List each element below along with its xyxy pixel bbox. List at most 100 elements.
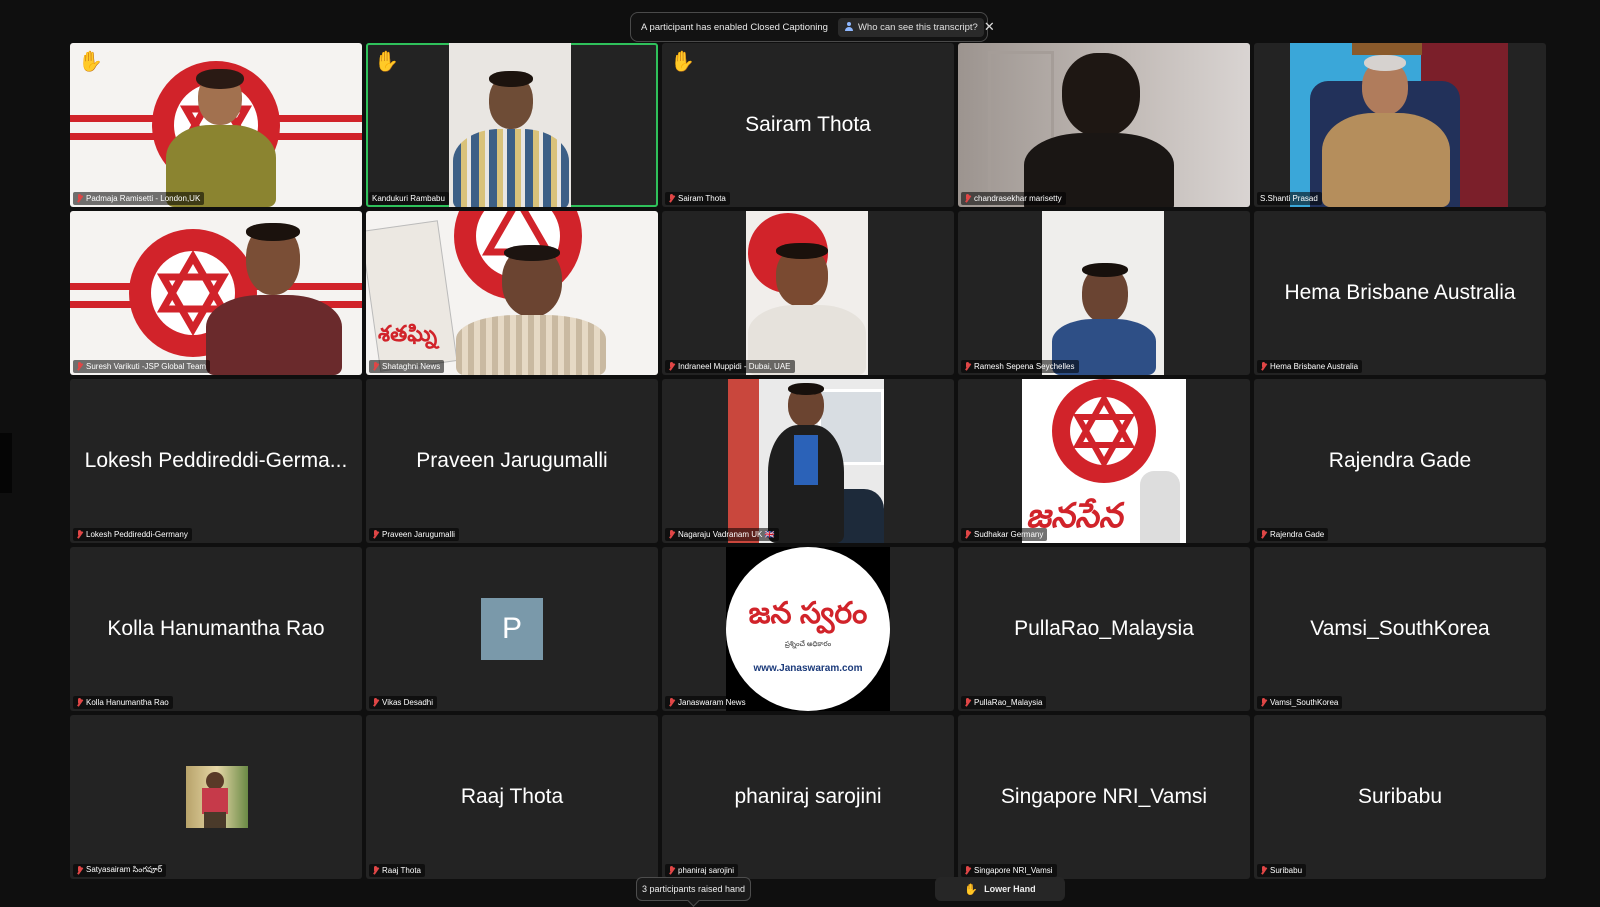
participant-name-label: Satyasairam సింగపూర్: [73, 864, 167, 877]
participant-name: Padmaja Ramisetti - London,UK: [86, 194, 201, 203]
participant-name-label: Praveen Jarugumalli: [369, 528, 459, 541]
participant-video: [166, 69, 276, 207]
shataghni-logo-text: శతఘ్ని: [378, 321, 438, 346]
participant-tile[interactable]: Hema Brisbane Australia Hema Brisbane Au…: [1254, 211, 1546, 375]
participant-name: S.Shanti Prasad: [1260, 194, 1318, 203]
participant-tile[interactable]: P Vikas Desadhi: [366, 547, 658, 711]
mic-off-icon: [76, 530, 83, 539]
mic-off-icon: [964, 194, 971, 203]
participant-name: Suresh Varikuti -JSP Global Team: [86, 362, 207, 371]
participant-tile[interactable]: Ramesh Sepena Seychelles: [958, 211, 1250, 375]
participant-name: Raaj Thota: [382, 866, 421, 875]
participant-display-name: Praveen Jarugumalli: [416, 449, 608, 472]
participant-tile[interactable]: Suresh Varikuti -JSP Global Team: [70, 211, 362, 375]
mic-off-icon: [668, 866, 675, 875]
mic-off-icon: [964, 362, 971, 371]
mic-off-icon: [668, 362, 675, 371]
participant-name: chandrasekhar marisetty: [974, 194, 1062, 203]
participant-tile[interactable]: Lokesh Peddireddi-Germa... Lokesh Peddir…: [70, 379, 362, 543]
mic-off-icon: [76, 866, 83, 875]
participant-name: Hema Brisbane Australia: [1270, 362, 1359, 371]
participant-name-label: Sairam Thota: [665, 192, 730, 205]
participant-video: [449, 43, 571, 207]
close-icon[interactable]: ✕: [984, 19, 995, 35]
participant-tile-active-speaker[interactable]: ✋ Kandukuri Rambabu: [366, 43, 658, 207]
mic-off-icon: [1260, 362, 1267, 371]
participant-display-name: phaniraj sarojini: [734, 785, 882, 808]
participant-tile[interactable]: Suribabu Suribabu: [1254, 715, 1546, 879]
mic-off-icon: [372, 362, 379, 371]
participant-tile[interactable]: Nagaraju Vadranam UK 🇬🇧: [662, 379, 954, 543]
participant-name-label: Kandukuri Rambabu: [369, 192, 449, 205]
mic-off-icon: [76, 698, 83, 707]
raised-hand-icon: ✋: [964, 883, 979, 896]
participant-name-label: Vikas Desadhi: [369, 696, 437, 709]
raised-hands-indicator[interactable]: 3 participants raised hand: [636, 877, 751, 901]
participant-tile[interactable]: జన స్వరం ప్రశ్నించే అధికారం www.Janaswar…: [662, 547, 954, 711]
participant-tile[interactable]: Sairam Thota ✋ Sairam Thota: [662, 43, 954, 207]
participant-tile[interactable]: Raaj Thota Raaj Thota: [366, 715, 658, 879]
participant-name-label: phaniraj sarojini: [665, 864, 739, 877]
participant-tile[interactable]: Praveen Jarugumalli Praveen Jarugumalli: [366, 379, 658, 543]
participant-display-name: Vamsi_SouthKorea: [1310, 617, 1490, 640]
raised-hand-icon: ✋: [670, 51, 695, 73]
mic-off-icon: [372, 698, 379, 707]
participant-name: Singapore NRI_Vamsi: [974, 866, 1053, 875]
mic-off-icon: [76, 194, 83, 203]
person-icon: [844, 22, 854, 32]
participant-name: phaniraj sarojini: [678, 866, 735, 875]
participant-name: Sudhakar Germany: [974, 530, 1044, 539]
participant-name-label: Padmaja Ramisetti - London,UK: [73, 192, 205, 205]
mic-off-icon: [668, 698, 675, 707]
participant-name: Suribabu: [1270, 866, 1303, 875]
participant-name-label: Singapore NRI_Vamsi: [961, 864, 1057, 877]
participant-tile[interactable]: phaniraj sarojini phaniraj sarojini: [662, 715, 954, 879]
participant-name-label: Raaj Thota: [369, 864, 425, 877]
participant-display-name: Hema Brisbane Australia: [1284, 281, 1516, 304]
participant-tile[interactable]: Singapore NRI_Vamsi Singapore NRI_Vamsi: [958, 715, 1250, 879]
participant-video: [456, 245, 606, 375]
mic-off-icon: [964, 530, 971, 539]
participant-name: Rajendra Gade: [1270, 530, 1325, 539]
participant-display-name: Singapore NRI_Vamsi: [1000, 785, 1208, 808]
lower-hand-button[interactable]: ✋ Lower Hand: [935, 877, 1065, 901]
participant-name: Indraneel Muppidi - Dubai, UAE: [678, 362, 791, 371]
side-panel-handle[interactable]: [0, 433, 12, 493]
janaswaram-logo-image: జన స్వరం ప్రశ్నించే అధికారం www.Janaswar…: [726, 547, 890, 711]
mic-off-icon: [668, 530, 675, 539]
raised-hand-icon: ✋: [374, 51, 399, 73]
participant-gallery: ✋ Padmaja Ramisetti - London,UK ✋ Kanduk…: [70, 43, 1546, 879]
participant-name-label: Ramesh Sepena Seychelles: [961, 360, 1079, 373]
janaswaram-url: www.Janaswaram.com: [753, 663, 863, 674]
participant-name: Praveen Jarugumalli: [382, 530, 455, 539]
participant-name-label: Rajendra Gade: [1257, 528, 1329, 541]
participant-tile[interactable]: శతఘ్ని Shataghni News: [366, 211, 658, 375]
participant-tile[interactable]: ✋ Padmaja Ramisetti - London,UK: [70, 43, 362, 207]
participant-tile[interactable]: PullaRao_Malaysia PullaRao_Malaysia: [958, 547, 1250, 711]
participant-name-label: Kolla Hanumantha Rao: [73, 696, 173, 709]
participant-display-name: PullaRao_Malaysia: [1014, 617, 1194, 640]
participant-name: Ramesh Sepena Seychelles: [974, 362, 1075, 371]
mic-off-icon: [1260, 698, 1267, 707]
participant-name: Shataghni News: [382, 362, 441, 371]
participant-tile[interactable]: జనసేన Sudhakar Germany: [958, 379, 1250, 543]
participant-tile[interactable]: Rajendra Gade Rajendra Gade: [1254, 379, 1546, 543]
participant-name: Vamsi_SouthKorea: [1270, 698, 1339, 707]
participant-name: Vikas Desadhi: [382, 698, 433, 707]
participant-tile[interactable]: chandrasekhar marisetty: [958, 43, 1250, 207]
participant-tile[interactable]: Indraneel Muppidi - Dubai, UAE: [662, 211, 954, 375]
lower-hand-label: Lower Hand: [984, 884, 1036, 894]
participant-tile[interactable]: Satyasairam సింగపూర్: [70, 715, 362, 879]
participant-name: Satyasairam సింగపూర్: [86, 865, 163, 874]
participant-video: [1042, 211, 1164, 375]
participant-name-label: Lokesh Peddireddi-Germany: [73, 528, 192, 541]
mic-off-icon: [668, 194, 675, 203]
participant-name-label: Hema Brisbane Australia: [1257, 360, 1363, 373]
participant-video: [958, 43, 1250, 207]
participant-name-label: Vamsi_SouthKorea: [1257, 696, 1343, 709]
who-can-see-transcript-button[interactable]: Who can see this transcript?: [837, 17, 984, 37]
participant-tile[interactable]: Vamsi_SouthKorea Vamsi_SouthKorea: [1254, 547, 1546, 711]
participant-name: PullaRao_Malaysia: [974, 698, 1043, 707]
participant-tile[interactable]: Kolla Hanumantha Rao Kolla Hanumantha Ra…: [70, 547, 362, 711]
participant-tile[interactable]: S.Shanti Prasad: [1254, 43, 1546, 207]
